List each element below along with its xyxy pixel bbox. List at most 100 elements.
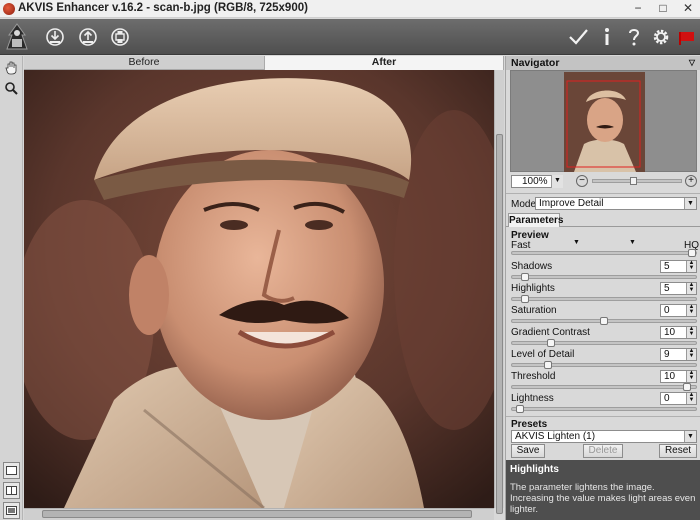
parameter-slider-thumb[interactable] (600, 317, 608, 325)
view-single-icon[interactable] (3, 462, 20, 479)
presets-select[interactable]: AKVIS Lighten (1) ▼ (511, 430, 697, 443)
akvis-logo-icon (3, 21, 31, 53)
preview-slider[interactable] (511, 249, 697, 257)
parameter-value: 10 (664, 327, 676, 338)
settings-panel: Navigator ▽ 100% ▼ − + Mode: Improve Det… (505, 56, 700, 520)
tab-after[interactable]: After (265, 56, 504, 70)
minimize-button[interactable]: − (626, 0, 650, 18)
parameter-slider[interactable] (511, 361, 697, 369)
spin-arrows-icon[interactable]: ▲ ▼ (686, 392, 696, 404)
parameter-slider[interactable] (511, 273, 697, 281)
presets-title: Presets (511, 419, 548, 430)
zoom-slider[interactable] (592, 177, 682, 185)
settings-icon[interactable] (648, 24, 674, 50)
presets-value: AKVIS Lighten (1) (515, 431, 596, 442)
preview-slider-thumb[interactable] (688, 249, 696, 257)
view-tabs-icon[interactable] (3, 502, 20, 519)
navigator-header: Navigator ▽ (506, 56, 700, 70)
parameter-label: Threshold (511, 371, 556, 382)
portrait-photo (24, 70, 494, 508)
spin-arrows-icon[interactable]: ▲ ▼ (686, 370, 696, 382)
navigator-preview[interactable] (510, 70, 697, 172)
parameter-spinbox[interactable]: 10 ▲ ▼ (660, 370, 697, 383)
presets-dropdown-icon: ▼ (684, 431, 696, 442)
parameter-spinbox[interactable]: 0 ▲ ▼ (660, 304, 697, 317)
parameter-slider-thumb[interactable] (521, 273, 529, 281)
mode-select[interactable]: Improve Detail ▼ (535, 197, 697, 210)
parameter-row: Shadows 5 ▲ ▼ (511, 260, 697, 282)
parameter-row: Gradient Contrast 10 ▲ ▼ (511, 326, 697, 348)
parameter-label: Shadows (511, 261, 553, 272)
print-icon[interactable] (107, 24, 133, 50)
vertical-scrollbar[interactable] (494, 70, 504, 514)
parameter-spinbox[interactable]: 0 ▲ ▼ (660, 392, 697, 405)
parameter-row: Lightness 0 ▲ ▼ (511, 392, 697, 414)
delete-preset-button[interactable]: Delete (583, 444, 623, 458)
view-tabs: Before After (24, 56, 504, 70)
save-preset-button[interactable]: Save (511, 444, 545, 458)
parameter-label: Lightness (511, 393, 554, 404)
parameter-slider[interactable] (511, 383, 697, 391)
parameters-tab-strip: Parameters (506, 213, 700, 227)
spin-arrows-icon[interactable]: ▲ ▼ (686, 260, 696, 272)
info-icon[interactable] (594, 24, 620, 50)
reset-preset-button[interactable]: Reset (659, 444, 697, 458)
tab-before[interactable]: Before (24, 56, 265, 70)
mode-value: Improve Detail (539, 198, 604, 209)
flag-icon[interactable] (674, 24, 700, 50)
apply-icon[interactable] (565, 24, 591, 50)
navigator-thumbnail[interactable] (564, 72, 645, 172)
parameter-value: 10 (664, 371, 676, 382)
zoom-out-button[interactable]: − (576, 175, 588, 187)
help-panel: Highlights The parameter lightens the im… (506, 460, 700, 520)
horizontal-scrollbar[interactable] (24, 508, 494, 520)
parameter-slider-thumb[interactable] (516, 405, 524, 413)
divider (506, 193, 700, 194)
parameter-value: 0 (664, 393, 670, 404)
parameter-slider-thumb[interactable] (683, 383, 691, 391)
parameter-value: 5 (664, 261, 670, 272)
parameter-spinbox[interactable]: 5 ▲ ▼ (660, 260, 697, 273)
mode-dropdown-icon: ▼ (684, 198, 696, 209)
spin-arrows-icon[interactable]: ▲ ▼ (686, 326, 696, 338)
spin-arrows-icon[interactable]: ▲ ▼ (686, 348, 696, 360)
hand-tool-icon[interactable] (3, 59, 20, 76)
image-canvas[interactable] (24, 70, 494, 508)
close-button[interactable]: ✕ (676, 0, 700, 18)
open-icon[interactable] (42, 24, 68, 50)
parameter-slider-thumb[interactable] (544, 361, 552, 369)
spin-arrows-icon[interactable]: ▲ ▼ (686, 282, 696, 294)
tab-parameters[interactable]: Parameters (508, 213, 563, 227)
vertical-scroll-thumb[interactable] (496, 134, 503, 514)
parameter-spinbox[interactable]: 10 ▲ ▼ (660, 326, 697, 339)
parameter-spinbox[interactable]: 9 ▲ ▼ (660, 348, 697, 361)
fast-label: Fast (511, 240, 531, 251)
zoom-in-button[interactable]: + (685, 175, 697, 187)
zoom-dropdown-icon[interactable]: ▼ (551, 175, 563, 188)
title-bar: AKVIS Enhancer v.16.2 - scan-b.jpg (RGB/… (0, 0, 700, 18)
parameter-slider[interactable] (511, 295, 697, 303)
toolbar (0, 19, 700, 55)
parameter-spinbox[interactable]: 5 ▲ ▼ (660, 282, 697, 295)
horizontal-scroll-thumb[interactable] (42, 510, 472, 518)
maximize-button[interactable]: □ (651, 0, 675, 18)
view-split-icon[interactable] (3, 482, 20, 499)
navigator-title: Navigator (511, 57, 560, 69)
collapse-icon[interactable]: ▽ (689, 56, 695, 70)
preview-marker-icon: ▼ (573, 239, 580, 246)
parameter-slider-thumb[interactable] (547, 339, 555, 347)
parameter-slider[interactable] (511, 405, 697, 413)
parameter-slider[interactable] (511, 317, 697, 325)
preview-marker-icon: ▼ (629, 239, 636, 246)
parameter-slider[interactable] (511, 339, 697, 347)
parameter-row: Level of Detail 9 ▲ ▼ (511, 348, 697, 370)
zoom-tool-icon[interactable] (3, 80, 20, 97)
zoom-slider-thumb[interactable] (630, 177, 637, 185)
spin-arrows-icon[interactable]: ▲ ▼ (686, 304, 696, 316)
parameter-label: Gradient Contrast (511, 327, 590, 338)
parameter-label: Saturation (511, 305, 557, 316)
parameter-value: 0 (664, 305, 670, 316)
parameter-slider-thumb[interactable] (521, 295, 529, 303)
save-icon[interactable] (75, 24, 101, 50)
help-icon[interactable] (621, 24, 647, 50)
